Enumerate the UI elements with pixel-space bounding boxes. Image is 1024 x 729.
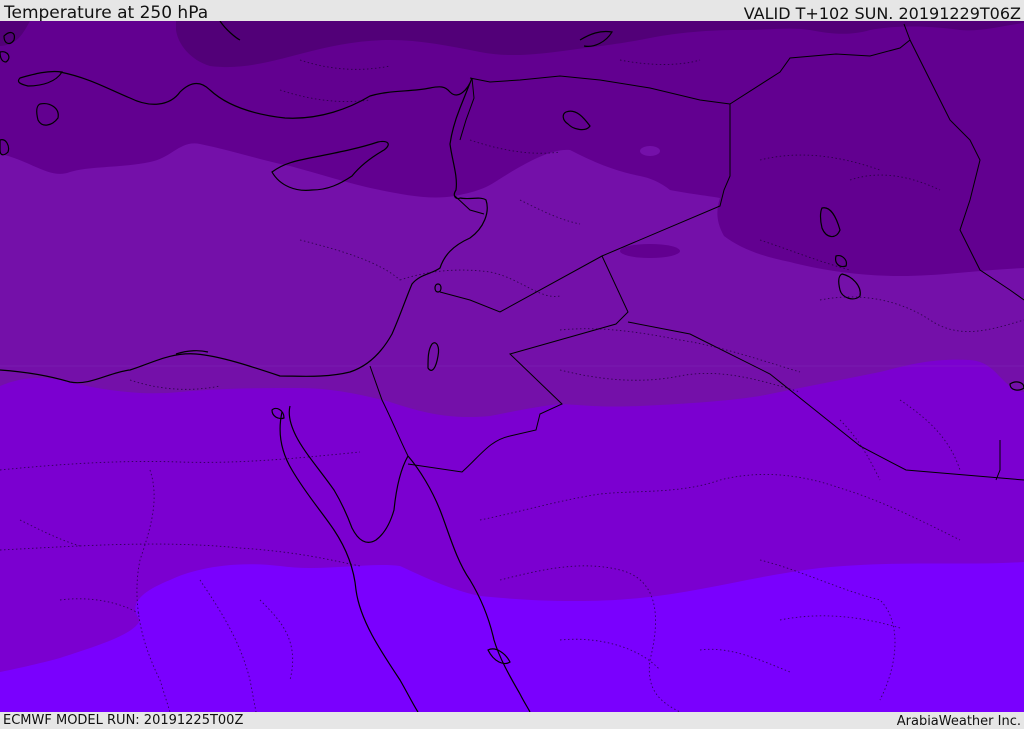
- temp-patch: [620, 244, 680, 258]
- map-footer: ECMWF MODEL RUN: 20191225T00Z ArabiaWeat…: [0, 712, 1024, 729]
- temperature-map: [0, 21, 1024, 712]
- temp-patch: [640, 146, 660, 156]
- map-header: Temperature at 250 hPa VALID T+102 SUN. …: [0, 0, 1024, 23]
- credit-brand: ArabiaWeather Inc.: [896, 714, 1021, 729]
- map-title: Temperature at 250 hPa: [4, 3, 209, 23]
- model-run: ECMWF MODEL RUN: 20191225T00Z: [3, 713, 244, 728]
